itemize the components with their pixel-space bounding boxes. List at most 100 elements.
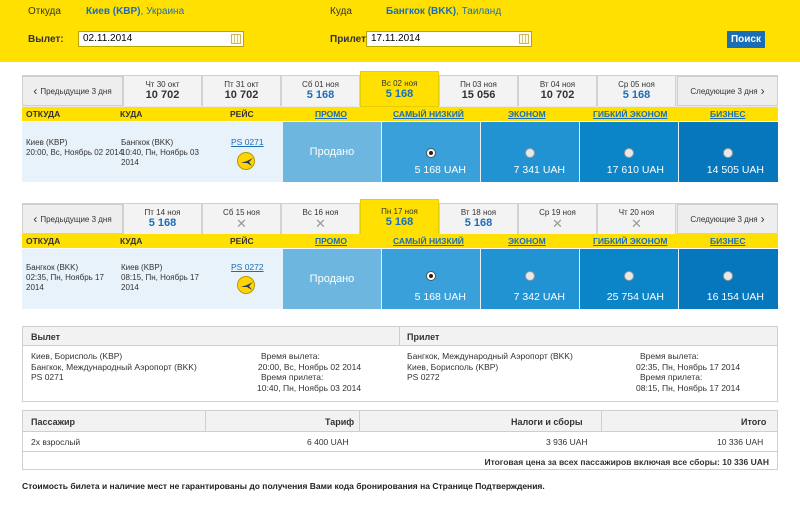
- inbound-fare-flex[interactable]: 25 754 UAH: [580, 249, 678, 309]
- from-label: Откуда: [28, 6, 61, 17]
- date-tab-price: 5 168: [464, 217, 493, 229]
- col-passenger: Пассажир: [31, 417, 76, 427]
- date-tab-label: Пт 31 окт: [224, 80, 259, 89]
- divider: [399, 326, 400, 345]
- airline-logo-icon: [237, 152, 255, 170]
- col-to: КУДА: [120, 236, 143, 246]
- inbound-fare-lowest[interactable]: 5 168 UAH: [382, 249, 480, 309]
- date-tab[interactable]: Чт 20 ноя ✕: [597, 204, 676, 234]
- outbound-flight-link[interactable]: PS 0271: [231, 137, 264, 147]
- outbound-next-days-button[interactable]: Следующие 3 дня ›: [677, 76, 778, 106]
- col-business[interactable]: БИЗНЕС: [710, 109, 746, 119]
- search-button[interactable]: Поиск: [727, 31, 765, 48]
- fare-radio[interactable]: [525, 271, 535, 281]
- inbound-fare-business[interactable]: 16 154 UAH: [679, 249, 778, 309]
- outbound-origin: Киев (KBP) 20:00, Вс, Ноябрь 02 2014: [26, 138, 124, 157]
- date-tab[interactable]: Вт 04 ноя 10 702: [518, 76, 597, 106]
- date-tab[interactable]: Ср 19 ноя ✕: [518, 204, 597, 234]
- date-tab[interactable]: Пн 03 ноя 15 056: [439, 76, 518, 106]
- col-economy[interactable]: ЭКОНОМ: [508, 109, 546, 119]
- col-flex-economy[interactable]: ГИБКИЙ ЭКОНОМ: [593, 236, 667, 246]
- unavailable-icon: ✕: [236, 216, 247, 231]
- outbound-prev-days-button[interactable]: ‹ Предыдущие 3 дня: [22, 76, 123, 106]
- date-tab-label: Сб 01 ноя: [302, 80, 339, 89]
- divider: [359, 411, 360, 431]
- col-lowest[interactable]: САМЫЙ НИЗКИЙ: [393, 109, 464, 119]
- date-tab[interactable]: Сб 15 ноя ✕: [202, 204, 281, 234]
- chevron-left-icon: ‹: [33, 84, 38, 98]
- summary-arrive-header: Прилет: [407, 332, 440, 342]
- date-tab-price: 5 168: [306, 89, 335, 101]
- date-tab-label: Пн 17 ноя: [381, 207, 418, 216]
- fare-radio-selected[interactable]: [426, 271, 436, 281]
- summary-return-times: Время вылета: 02:35, Пн, Ноябрь 17 2014 …: [636, 351, 741, 393]
- inbound-flight-link[interactable]: PS 0272: [231, 262, 264, 272]
- date-tab[interactable]: Пн 17 ноя 5 168: [360, 199, 439, 235]
- date-tab[interactable]: Пт 14 ноя 5 168: [123, 204, 202, 234]
- date-tab-price: 5 168: [385, 216, 414, 228]
- col-promo[interactable]: ПРОМО: [315, 109, 347, 119]
- arrive-date-label: Прилет:: [330, 34, 370, 45]
- summary-depart-times: Время вылета: 20:00, Вс, Ноябрь 02 2014 …: [257, 351, 362, 393]
- date-tab[interactable]: Пт 31 окт 10 702: [202, 76, 281, 106]
- col-flight: РЕЙС: [230, 109, 254, 119]
- col-flex-economy[interactable]: ГИБКИЙ ЭКОНОМ: [593, 109, 667, 119]
- chevron-right-icon: ›: [760, 212, 765, 226]
- col-economy[interactable]: ЭКОНОМ: [508, 236, 546, 246]
- outbound-fare-economy[interactable]: 7 341 UAH: [481, 122, 579, 182]
- depart-date-label: Вылет:: [28, 34, 64, 45]
- date-tab[interactable]: Ср 05 ноя 5 168: [597, 76, 676, 106]
- inbound-next-days-button[interactable]: Следующие 3 дня ›: [677, 204, 778, 234]
- to-label: Куда: [330, 6, 352, 17]
- outbound-fare-flex[interactable]: 17 610 UAH: [580, 122, 678, 182]
- return-date-input[interactable]: 17.11.2014: [366, 31, 532, 47]
- calendar-icon[interactable]: [231, 34, 241, 44]
- unavailable-icon: ✕: [552, 216, 563, 231]
- inbound-prev-days-button[interactable]: ‹ Предыдущие 3 дня: [22, 204, 123, 234]
- unavailable-icon: ✕: [315, 216, 326, 231]
- fare-radio[interactable]: [624, 271, 634, 281]
- calendar-icon[interactable]: [519, 34, 529, 44]
- date-tab-label: Пт 14 ноя: [144, 208, 181, 217]
- date-tab[interactable]: Чт 30 окт 10 702: [123, 76, 202, 106]
- to-city[interactable]: Бангкок (BKK), Таиланд: [386, 6, 501, 17]
- from-city[interactable]: Киев (KBP), Украина: [86, 6, 184, 17]
- inbound-date-strip: ‹ Предыдущие 3 дня Следующие 3 дня › Пт 14…: [22, 199, 778, 235]
- col-lowest[interactable]: САМЫЙ НИЗКИЙ: [393, 236, 464, 246]
- date-tab[interactable]: Вт 18 ноя 5 168: [439, 204, 518, 234]
- inbound-fare-economy[interactable]: 7 342 UAH: [481, 249, 579, 309]
- date-tab-price: 10 702: [145, 89, 180, 101]
- date-tab-label: Вт 04 ноя: [539, 80, 576, 89]
- fare-breakdown-table: Пассажир Тариф Налоги и сборы Итого 2x в…: [22, 410, 778, 470]
- date-tab-label: Вт 18 ноя: [460, 208, 497, 217]
- search-panel: Откуда Киев (KBP), Украина Куда Бангкок …: [0, 0, 800, 62]
- summary-depart-header: Вылет: [31, 332, 61, 342]
- depart-date-input[interactable]: 02.11.2014: [78, 31, 244, 47]
- summary-header: Вылет Прилет: [23, 326, 777, 346]
- col-business[interactable]: БИЗНЕС: [710, 236, 746, 246]
- date-tab[interactable]: Сб 01 ноя 5 168: [281, 76, 360, 106]
- col-promo[interactable]: ПРОМО: [315, 236, 347, 246]
- fare-radio[interactable]: [624, 148, 634, 158]
- date-tab-label: Пн 03 ноя: [460, 80, 497, 89]
- grand-total: Итоговая цена за всех пассажиров включая…: [484, 457, 769, 467]
- inbound-destination: Киев (KBP) 08:15, Пн, Ноябрь 17 2014: [121, 263, 199, 292]
- outbound-fare-promo: Продано: [283, 122, 381, 182]
- col-tariff: Тариф: [325, 417, 355, 427]
- outbound-date-strip: ‹ Предыдущие 3 дня Следующие 3 дня › Чт 30…: [22, 71, 778, 107]
- date-tab-price: 10 702: [224, 89, 259, 101]
- chevron-right-icon: ›: [760, 84, 765, 98]
- date-tab[interactable]: Вс 02 ноя 5 168: [360, 71, 439, 107]
- date-tab[interactable]: Вс 16 ноя ✕: [281, 204, 360, 234]
- fare-radio-selected[interactable]: [426, 148, 436, 158]
- outbound-fare-lowest[interactable]: 5 168 UAH: [382, 122, 480, 182]
- fare-radio[interactable]: [525, 148, 535, 158]
- col-taxes: Налоги и сборы: [511, 417, 583, 427]
- fare-radio[interactable]: [723, 271, 733, 281]
- fare-radio[interactable]: [723, 148, 733, 158]
- outbound-column-headers: ОТКУДА КУДА РЕЙС ПРОМО САМЫЙ НИЗКИЙ ЭКОН…: [22, 107, 778, 121]
- outbound-flight-row: Киев (KBP) 20:00, Вс, Ноябрь 02 2014 Бан…: [22, 122, 778, 182]
- inbound-column-headers: ОТКУДА КУДА РЕЙС ПРОМО САМЫЙ НИЗКИЙ ЭКОН…: [22, 234, 778, 248]
- date-tab-label: Чт 30 окт: [145, 80, 180, 89]
- outbound-fare-business[interactable]: 14 505 UAH: [679, 122, 778, 182]
